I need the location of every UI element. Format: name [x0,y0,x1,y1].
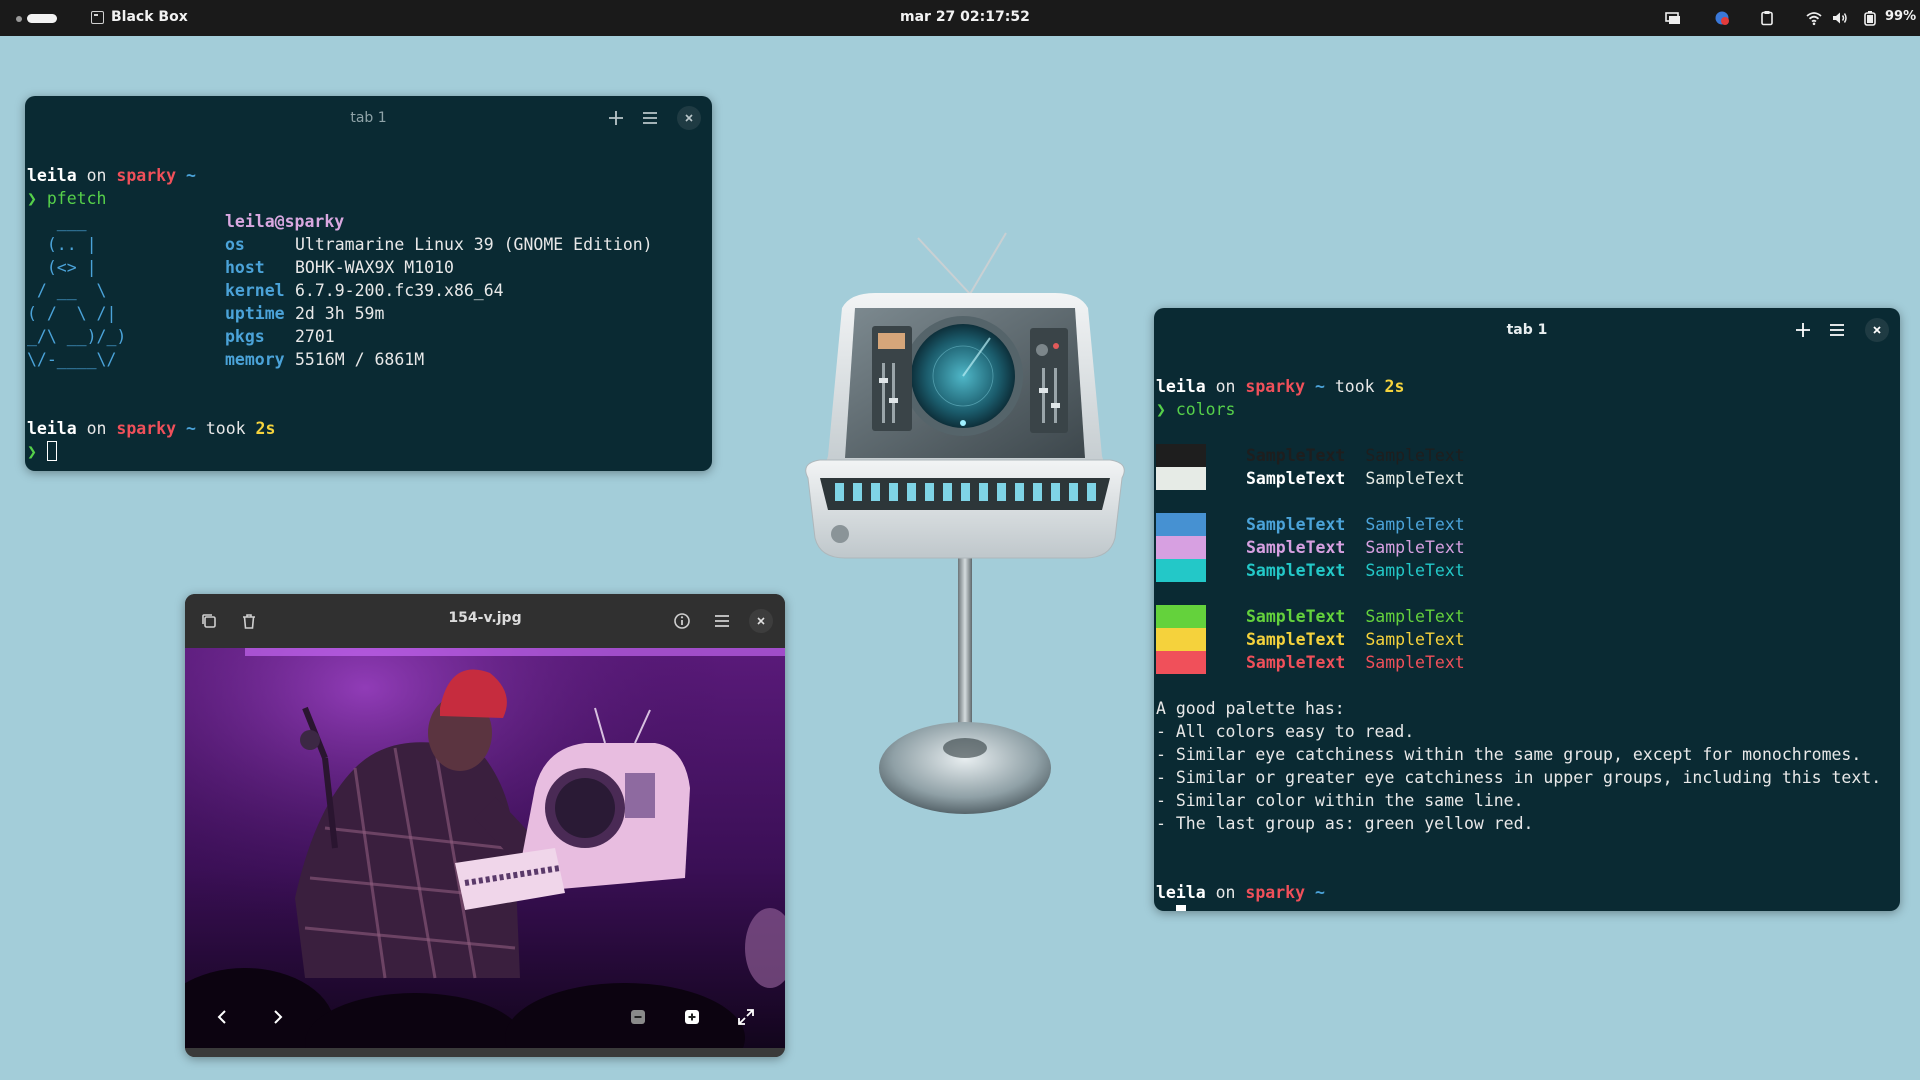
chevron-right-icon[interactable] [265,1005,289,1029]
pfetch-row: uptime 2d 3h 59m [225,304,385,323]
terminal-output[interactable]: leila on sparky ~ took 2s ❯ colors Sample… [1154,352,1900,911]
retro-synth-illustration [805,232,1125,814]
wifi-icon[interactable] [1806,10,1822,26]
pfetch-row: kernel 6.7.9-200.fc39.x86_64 [225,281,504,300]
battery-percentage[interactable]: 99% [1885,9,1916,24]
sample-row-green: SampleText SampleText [1246,607,1465,626]
volume-icon[interactable] [1832,10,1848,26]
pfetch-row: host BOHK-WAX9X M1010 [225,258,454,277]
info-icon[interactable] [670,609,694,633]
color-swatch [1156,467,1206,490]
top-bar: Black Box mar 27 02:17:52 99% [0,0,1920,36]
color-swatch [1156,628,1206,651]
close-button[interactable] [1865,318,1889,342]
app-indicator-icon[interactable] [1714,10,1730,26]
screen-share-icon[interactable] [1665,10,1681,26]
zoom-out-icon[interactable] [626,1005,650,1029]
terminal-window-2[interactable]: tab 1 leila on sparky ~ took 2s ❯ colors … [1154,308,1900,911]
image-filename: 154-v.jpg [448,610,522,626]
command-line: ❯ [27,440,712,463]
terminal-cursor [46,441,57,461]
sample-row-cyan: SampleText SampleText [1246,561,1465,580]
color-swatch [1156,651,1206,674]
hamburger-menu-icon[interactable] [639,107,661,129]
new-tab-plus-icon[interactable] [1792,319,1814,341]
terminal-app-icon [91,11,104,24]
command-line: ❯ colors [1156,400,1236,419]
pfetch-row: os Ultramarine Linux 39 (GNOME Edition) [225,235,653,254]
sample-row-blue: SampleText SampleText [1246,515,1465,534]
terminal-header[interactable]: tab 1 [25,96,712,140]
sample-row-white: SampleText SampleText [1246,469,1465,488]
color-swatch [1156,444,1206,467]
color-swatch [1156,605,1206,628]
prompt-line: leila on sparky ~ took 2s [1156,377,1405,396]
prompt-line: leila on sparky ~ [27,166,196,185]
tab-title[interactable]: tab 1 [1154,322,1900,338]
prompt-line: leila on sparky ~ [1156,883,1325,902]
clipboard-icon[interactable] [1759,10,1775,26]
pfetch-title: leila@sparky [225,212,345,231]
command-line: ❯ pfetch [27,189,107,208]
pfetch-output: ___ (.. | (<> | / __ \( / \ /| _/\ __)/_)… [27,210,712,371]
palette-notes: A good palette has: - All colors easy to … [1156,699,1882,833]
color-swatch [1156,559,1206,582]
chevron-left-icon[interactable] [211,1005,235,1029]
workspace-indicator-active[interactable] [27,14,57,23]
terminal-header[interactable]: tab 1 [1154,308,1900,352]
hamburger-menu-icon[interactable] [710,609,734,633]
workspace-indicator-inactive[interactable] [16,16,22,22]
battery-icon[interactable] [1863,10,1877,26]
hamburger-menu-icon[interactable] [1826,319,1848,341]
sample-row-black: SampleText SampleText [1246,446,1465,465]
terminal-window-1[interactable]: tab 1 leila on sparky ~ ❯ pfetch ___ (.. … [25,96,712,471]
close-icon [685,114,693,122]
pfetch-row: pkgs 2701 [225,327,335,346]
viewer-bottom-edge [185,1048,785,1057]
pfetch-logo: ___ (.. | (<> | / __ \( / \ /| _/\ __)/_)… [27,212,127,369]
close-icon [757,617,765,625]
active-app-name[interactable]: Black Box [111,9,188,25]
concert-photo[interactable] [185,648,785,1048]
pfetch-row: memory 5516M / 6861M [225,350,425,369]
prompt-line: leila on sparky ~ took 2s [27,419,276,438]
sample-row-magenta: SampleText SampleText [1246,538,1465,557]
zoom-in-icon[interactable] [680,1005,704,1029]
pfetch-info: leila@sparky os Ultramarine Linux 39 (GNOM… [225,210,653,371]
terminal-cursor [1175,905,1186,911]
close-icon [1873,326,1881,334]
sample-row-red: SampleText SampleText [1246,653,1465,672]
viewer-header[interactable]: 154-v.jpg [185,594,785,648]
terminal-output[interactable]: leila on sparky ~ ❯ pfetch ___ (.. | (<> … [25,140,712,471]
color-swatch [1156,536,1206,559]
sample-row-yellow: SampleText SampleText [1246,630,1465,649]
close-button[interactable] [677,106,701,130]
command-line: ❯ [1156,904,1900,911]
close-button[interactable] [749,609,773,633]
clock[interactable]: mar 27 02:17:52 [900,9,1030,25]
new-tab-plus-icon[interactable] [605,107,627,129]
image-viewer-window[interactable]: 154-v.jpg [185,594,785,1057]
fullscreen-icon[interactable] [734,1005,758,1029]
color-swatch [1156,513,1206,536]
color-palette: SampleText SampleText SampleText SampleTex… [1156,444,1900,674]
